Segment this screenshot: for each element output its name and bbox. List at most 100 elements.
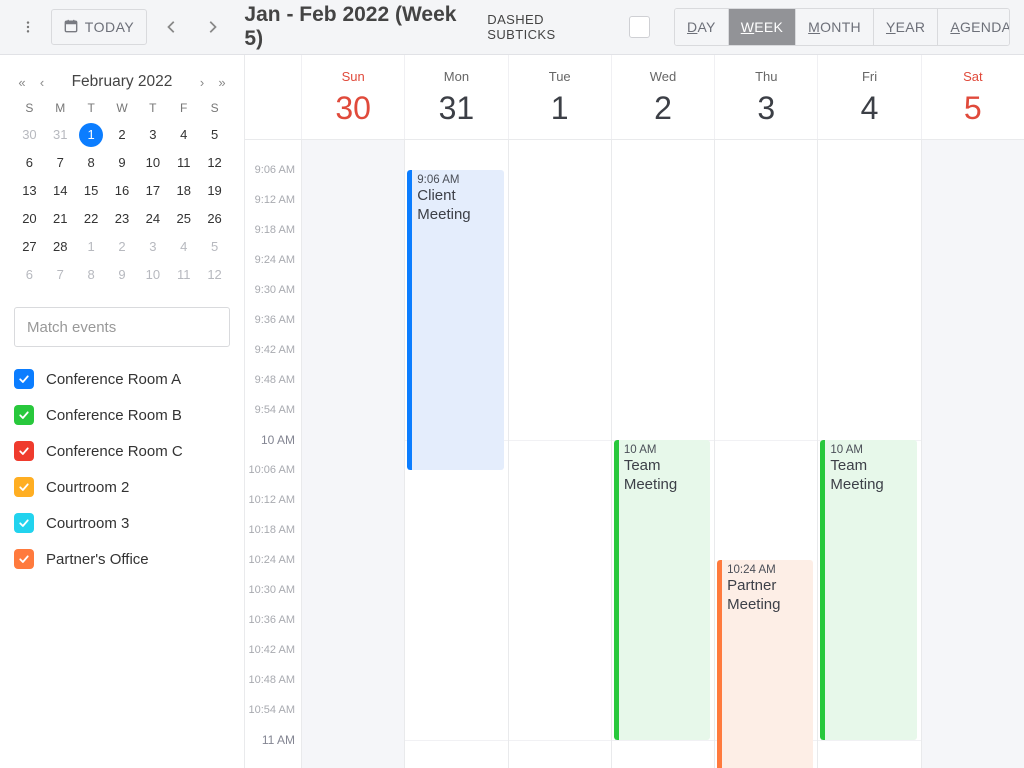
mini-day[interactable]: 11 xyxy=(168,263,199,287)
mini-dow: T xyxy=(137,101,168,115)
mini-day[interactable]: 3 xyxy=(137,123,168,147)
mini-day[interactable]: 2 xyxy=(107,235,138,259)
day-column[interactable] xyxy=(301,140,404,768)
subticks-checkbox[interactable] xyxy=(629,16,650,38)
mini-day[interactable]: 20 xyxy=(14,207,45,231)
event-time: 10 AM xyxy=(624,444,704,456)
day-header[interactable]: Wed2 xyxy=(611,55,714,139)
resource-item[interactable]: Courtroom 3 xyxy=(14,513,230,533)
mini-day[interactable]: 25 xyxy=(168,207,199,231)
mini-day[interactable]: 3 xyxy=(137,235,168,259)
calendar-event[interactable]: 9:06 AMClient Meeting xyxy=(407,170,503,470)
mini-day[interactable]: 7 xyxy=(45,263,76,287)
mini-day[interactable]: 28 xyxy=(45,235,76,259)
calendar-event[interactable]: 10 AMTeam Meeting xyxy=(614,440,710,740)
view-day-button[interactable]: DAY xyxy=(675,9,729,45)
resource-checkbox[interactable] xyxy=(14,513,34,533)
mini-day[interactable]: 12 xyxy=(199,263,230,287)
mini-day[interactable]: 5 xyxy=(199,235,230,259)
resource-item[interactable]: Conference Room B xyxy=(14,405,230,425)
calendar-event[interactable]: 10:24 AMPartner Meeting xyxy=(717,560,813,768)
mini-day[interactable]: 11 xyxy=(168,151,199,175)
day-column[interactable]: 10:24 AMPartner Meeting xyxy=(714,140,817,768)
day-header[interactable]: Thu3 xyxy=(714,55,817,139)
mini-day[interactable]: 14 xyxy=(45,179,76,203)
time-label: 10:24 AM xyxy=(249,554,295,566)
day-column[interactable]: 9:06 AMClient Meeting xyxy=(404,140,507,768)
mini-day[interactable]: 10 xyxy=(137,151,168,175)
day-column[interactable]: 10 AMTeam Meeting xyxy=(611,140,714,768)
mini-day[interactable]: 4 xyxy=(168,123,199,147)
mini-day[interactable]: 9 xyxy=(107,263,138,287)
mini-day[interactable]: 5 xyxy=(199,123,230,147)
resource-item[interactable]: Conference Room A xyxy=(14,369,230,389)
mini-prev-year-button[interactable]: « xyxy=(14,75,30,90)
resource-item[interactable]: Partner's Office xyxy=(14,549,230,569)
mini-day[interactable]: 24 xyxy=(137,207,168,231)
mini-day[interactable]: 7 xyxy=(45,151,76,175)
mini-day[interactable]: 1 xyxy=(76,235,107,259)
mini-day[interactable]: 4 xyxy=(168,235,199,259)
view-agenda-button[interactable]: AGENDA xyxy=(938,9,1010,45)
week-grid: 9:06 AM9:12 AM9:18 AM9:24 AM9:30 AM9:36 … xyxy=(245,140,1024,768)
mini-day[interactable]: 22 xyxy=(76,207,107,231)
mini-day[interactable]: 31 xyxy=(45,123,76,147)
mini-prev-month-button[interactable]: ‹ xyxy=(34,75,50,90)
day-header[interactable]: Sat5 xyxy=(921,55,1024,139)
mini-day[interactable]: 13 xyxy=(14,179,45,203)
dow-label: Sat xyxy=(922,69,1024,84)
mini-day[interactable]: 18 xyxy=(168,179,199,203)
day-header[interactable]: Fri4 xyxy=(817,55,920,139)
mini-day[interactable]: 23 xyxy=(107,207,138,231)
day-header[interactable]: Sun30 xyxy=(301,55,404,139)
view-month-button[interactable]: MONTH xyxy=(796,9,874,45)
mini-day[interactable]: 2 xyxy=(107,123,138,147)
day-column[interactable] xyxy=(921,140,1024,768)
time-label: 10:06 AM xyxy=(249,464,295,476)
day-column[interactable]: 10 AMTeam Meeting xyxy=(817,140,920,768)
day-header[interactable]: Tue1 xyxy=(508,55,611,139)
mini-day[interactable]: 19 xyxy=(199,179,230,203)
mini-day[interactable]: 21 xyxy=(45,207,76,231)
today-button[interactable]: TODAY xyxy=(51,9,147,45)
mini-day[interactable]: 10 xyxy=(137,263,168,287)
time-label: 9:42 AM xyxy=(255,344,295,356)
mini-next-year-button[interactable]: » xyxy=(214,75,230,90)
mini-day[interactable]: 8 xyxy=(76,151,107,175)
day-column[interactable] xyxy=(508,140,611,768)
mini-day[interactable]: 27 xyxy=(14,235,45,259)
mini-day[interactable]: 1 xyxy=(79,123,103,147)
resource-checkbox[interactable] xyxy=(14,369,34,389)
mini-calendar-title[interactable]: February 2022 xyxy=(72,73,173,91)
view-year-button[interactable]: YEAR xyxy=(874,9,938,45)
resource-item[interactable]: Courtroom 2 xyxy=(14,477,230,497)
mini-day[interactable]: 12 xyxy=(199,151,230,175)
resource-item[interactable]: Conference Room C xyxy=(14,441,230,461)
mini-day[interactable]: 6 xyxy=(14,151,45,175)
resource-checkbox[interactable] xyxy=(14,549,34,569)
overflow-menu-button[interactable] xyxy=(14,12,43,42)
resource-checkbox[interactable] xyxy=(14,477,34,497)
mini-day[interactable]: 16 xyxy=(107,179,138,203)
resource-checkbox[interactable] xyxy=(14,441,34,461)
mini-day[interactable]: 30 xyxy=(14,123,45,147)
next-week-button[interactable] xyxy=(196,10,229,44)
mini-day[interactable]: 17 xyxy=(137,179,168,203)
calendar-event[interactable]: 10 AMTeam Meeting xyxy=(820,440,916,740)
mini-next-month-button[interactable]: › xyxy=(194,75,210,90)
filter-input[interactable] xyxy=(14,307,230,347)
resource-checkbox[interactable] xyxy=(14,405,34,425)
day-header[interactable]: Mon31 xyxy=(404,55,507,139)
mini-day[interactable]: 26 xyxy=(199,207,230,231)
event-stripe xyxy=(614,440,619,740)
mini-day[interactable]: 15 xyxy=(76,179,107,203)
mini-calendar: SMTWTFS303112345678910111213141516171819… xyxy=(14,101,230,287)
time-label: 9:24 AM xyxy=(255,254,295,266)
mini-day[interactable]: 6 xyxy=(14,263,45,287)
prev-week-button[interactable] xyxy=(155,10,188,44)
event-stripe xyxy=(407,170,412,470)
mini-day[interactable]: 8 xyxy=(76,263,107,287)
view-week-button[interactable]: WEEK xyxy=(729,9,796,45)
today-label: TODAY xyxy=(85,19,134,35)
mini-day[interactable]: 9 xyxy=(107,151,138,175)
